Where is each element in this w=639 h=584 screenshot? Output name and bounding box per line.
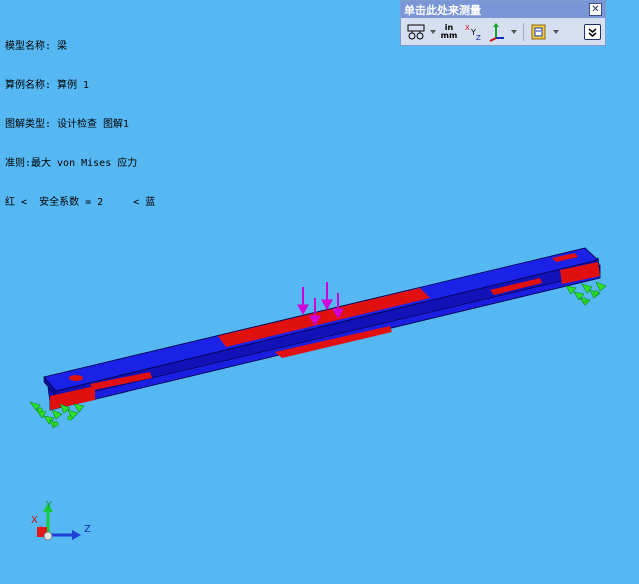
plot-info-overlay: 模型名称: 梁 算例名称: 算例 1 图解类型: 设计检查 图解1 准则:最大 …	[5, 14, 155, 222]
chevron-down-icon	[429, 30, 436, 34]
triad-z-label: Z	[84, 524, 91, 535]
criterion-text: 准则:最大 von Mises 应力	[5, 158, 138, 169]
measure-history-icon	[531, 24, 546, 40]
close-button[interactable]: ✕	[589, 3, 602, 16]
show-xyz-button[interactable]: X Y Z	[462, 21, 484, 43]
model-name-text: 模型名称: 梁	[5, 41, 68, 52]
unsafe-spot-left	[69, 375, 83, 381]
measure-title[interactable]: 单击此处来测量	[404, 2, 481, 18]
measure-toolbar[interactable]: 单击此处来测量 ✕ in mm X Y Z	[400, 0, 606, 46]
triad-y-label: Y	[45, 500, 53, 511]
plot-type-text: 图解类型: 设计检查 图解1	[5, 119, 130, 130]
chevron-down-icon	[552, 30, 559, 34]
point-to-point-button[interactable]	[486, 21, 508, 43]
xyz-measure-icon: X Y Z	[465, 24, 481, 42]
measure-selection-icon	[407, 24, 425, 40]
svg-text:X: X	[465, 24, 470, 32]
measure-selection-dropdown[interactable]	[429, 21, 436, 43]
toolbar-separator	[523, 23, 524, 41]
units-button[interactable]: in mm	[438, 21, 460, 43]
svg-text:Z: Z	[476, 34, 481, 42]
triad-x-label: X	[31, 515, 38, 526]
fixture-right[interactable]	[565, 281, 607, 306]
measure-selection-button[interactable]	[405, 21, 427, 43]
coordinate-triad: X Y Z	[31, 500, 91, 541]
double-chevron-down-icon	[588, 27, 597, 37]
measure-tools-row: in mm X Y Z	[401, 18, 605, 46]
units-icon: in mm	[441, 24, 458, 40]
chevron-down-icon	[510, 30, 517, 34]
study-name-text: 算例名称: 算例 1	[5, 80, 90, 91]
coordinate-axes-icon	[489, 23, 504, 42]
measure-history-dropdown[interactable]	[552, 21, 559, 43]
beam-model[interactable]	[43, 247, 601, 411]
measure-history-button[interactable]	[528, 21, 550, 43]
expand-button[interactable]	[584, 24, 601, 40]
point-to-point-dropdown[interactable]	[510, 21, 517, 43]
fos-legend-text: 红 < 安全系数 = 2 < 蓝	[5, 197, 156, 208]
units-bottom-label: mm	[440, 31, 458, 40]
measure-title-bar[interactable]: 单击此处来测量 ✕	[401, 1, 605, 18]
